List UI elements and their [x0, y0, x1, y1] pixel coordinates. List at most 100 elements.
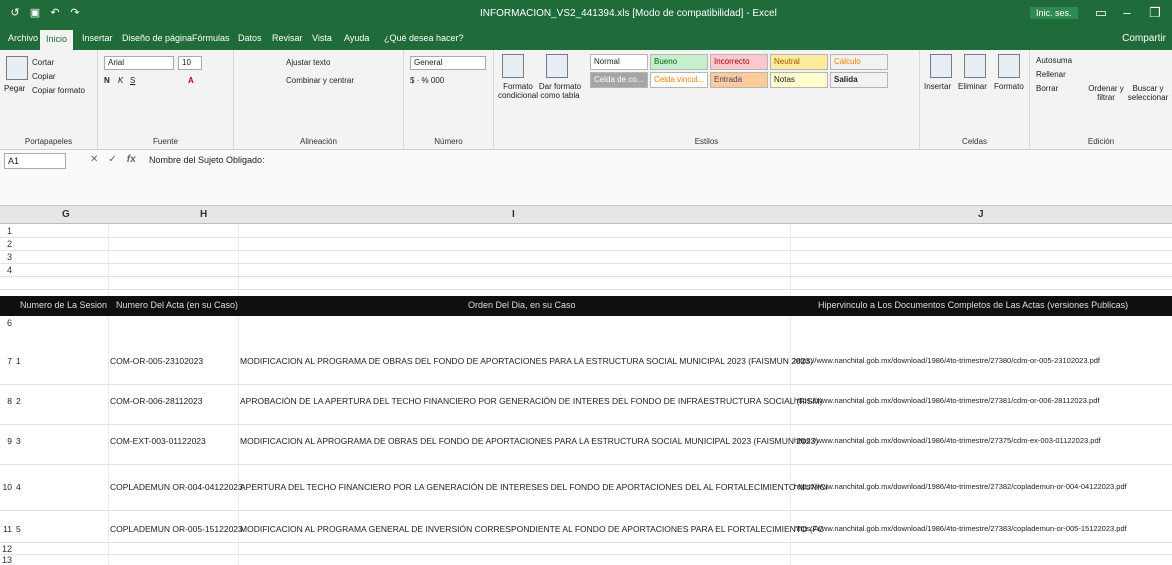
paste-button[interactable]: Pegar — [4, 84, 25, 93]
insert-button[interactable]: Insertar — [924, 82, 951, 91]
link-cell[interactable]: https://www.nanchital.gob.mx/download/19… — [794, 356, 1100, 365]
row-number[interactable]: 13 — [0, 555, 12, 565]
autosum-button[interactable]: Autosuma — [1036, 56, 1072, 65]
table-row[interactable]: 9 3 COM-EXT-003-01122023 MODIFICACION AL… — [0, 436, 1172, 450]
style-celda-comprobacion[interactable]: Celda de co... — [590, 72, 648, 88]
row-number[interactable]: 2 — [0, 239, 12, 249]
cancel-icon[interactable]: ✕ — [90, 154, 98, 165]
row-number: 10 — [2, 482, 12, 492]
acta-cell: COM-EXT-003-01122023 — [110, 436, 206, 446]
font-color-icon[interactable]: A — [188, 76, 194, 85]
find-select-button[interactable]: Buscar y seleccionar — [1126, 84, 1170, 102]
italic-button[interactable]: K — [118, 76, 123, 85]
format-button[interactable]: Formato — [994, 82, 1024, 91]
tab-archivo[interactable]: Archivo — [2, 31, 44, 45]
autosave-icon[interactable]: ↺ — [8, 6, 22, 20]
font-name-select[interactable]: Arial — [104, 56, 174, 70]
minimize-icon[interactable]: – — [1116, 4, 1138, 22]
style-normal[interactable]: Normal — [590, 54, 648, 70]
link-cell[interactable]: https://www.nanchital.gob.mx/download/19… — [794, 482, 1127, 491]
orden-cell: APROBACIÓN DE LA APERTURA DEL TECHO FINA… — [240, 396, 823, 406]
group-font: Arial 10 N K S A Fuente — [98, 50, 234, 150]
share-button[interactable]: Compartir — [1122, 33, 1166, 44]
font-size-select[interactable]: 10 — [178, 56, 202, 70]
save-icon[interactable]: ▣ — [28, 6, 42, 20]
table-header-cell: Numero de La Sesion — [20, 300, 108, 310]
undo-icon[interactable]: ↶ — [48, 6, 62, 20]
copy-button[interactable]: Copiar — [32, 72, 56, 81]
underline-button[interactable]: S — [130, 76, 135, 85]
group-label: Portapapeles — [24, 137, 73, 146]
formula-input[interactable]: Nombre del Sujeto Obligado: — [145, 153, 1165, 169]
group-number: General $ · % 000 Número — [404, 50, 494, 150]
link-cell[interactable]: https://www.nanchital.gob.mx/download/19… — [794, 524, 1127, 533]
style-celda-vinculada[interactable]: Celda vincul... — [650, 72, 708, 88]
row-number[interactable]: 6 — [0, 318, 12, 328]
group-alignment: Ajustar texto Combinar y centrar Alineac… — [234, 50, 404, 150]
accounting-icon[interactable]: $ · % 000 — [410, 76, 444, 85]
conditional-format-button[interactable]: Formato condicional — [496, 82, 540, 100]
enter-icon[interactable]: ✓ — [108, 154, 116, 165]
number-format-select[interactable]: General — [410, 56, 486, 70]
acta-cell: COM-OR-006-28112023 — [110, 396, 203, 406]
style-bueno[interactable]: Bueno — [650, 54, 708, 70]
table-row[interactable]: 10 4 COPLADEMUN OR-004-04122023 APERTURA… — [0, 482, 1172, 496]
format-as-table-button[interactable]: Dar formato como tabla — [538, 82, 582, 100]
delete-button[interactable]: Eliminar — [958, 82, 987, 91]
row-number[interactable]: 1 — [0, 226, 12, 236]
row-number[interactable]: 12 — [0, 544, 12, 554]
tab-formulas[interactable]: Fórmulas — [186, 31, 236, 45]
format-as-table-icon[interactable] — [546, 54, 568, 78]
style-neutral[interactable]: Neutral — [770, 54, 828, 70]
style-salida[interactable]: Salida — [830, 72, 888, 88]
group-label: Celdas — [962, 137, 987, 146]
insert-cells-icon[interactable] — [930, 54, 952, 78]
table-row[interactable]: 7 1 COM-OR-005-23102023 MODIFICACION AL … — [0, 356, 1172, 370]
ribbon: Pegar Cortar Copiar Copiar formato Porta… — [0, 50, 1172, 150]
ribbon-display-icon[interactable]: ▭ — [1090, 4, 1112, 22]
merge-center-button[interactable]: Combinar y centrar — [286, 76, 354, 85]
paste-icon[interactable] — [6, 56, 28, 80]
group-styles: Formato condicional Dar formato como tab… — [494, 50, 920, 150]
tab-vista[interactable]: Vista — [306, 31, 338, 45]
link-cell[interactable]: https://www.nanchital.gob.mx/download/19… — [794, 396, 1099, 405]
function-icon[interactable]: fx — [127, 154, 136, 165]
restore-icon[interactable]: ❐ — [1144, 4, 1166, 22]
link-cell[interactable]: https://www.nanchital.gob.mx/download/19… — [794, 436, 1101, 445]
bold-button[interactable]: N — [104, 76, 110, 85]
style-entrada[interactable]: Entrada — [710, 72, 768, 88]
redo-icon[interactable]: ↷ — [68, 6, 82, 20]
worksheet-grid[interactable]: 1 2 3 4 Numero de La Sesion Numero Del A… — [0, 224, 1172, 565]
format-painter-button[interactable]: Copiar formato — [32, 86, 85, 95]
tab-insertar[interactable]: Insertar — [76, 31, 119, 45]
tell-me-search[interactable]: ¿Qué desea hacer? — [378, 31, 470, 45]
wrap-text-button[interactable]: Ajustar texto — [286, 58, 330, 67]
sort-filter-button[interactable]: Ordenar y filtrar — [1086, 84, 1126, 102]
column-header[interactable]: G — [62, 209, 70, 220]
row-number[interactable]: 3 — [0, 252, 12, 262]
delete-cells-icon[interactable] — [964, 54, 986, 78]
fill-button[interactable]: Rellenar — [1036, 70, 1066, 79]
tab-inicio[interactable]: Inicio — [40, 30, 74, 50]
table-row[interactable]: 11 5 COPLADEMUN OR-005-15122023 MODIFICA… — [0, 524, 1172, 538]
session-cell: 4 — [16, 482, 21, 492]
sign-in-button[interactable]: Inic. ses. — [1030, 7, 1078, 19]
conditional-format-icon[interactable] — [502, 54, 524, 78]
tab-datos[interactable]: Datos — [232, 31, 268, 45]
column-header[interactable]: J — [978, 209, 984, 220]
name-box[interactable]: A1 — [4, 153, 66, 169]
table-row[interactable]: 8 2 COM-OR-006-28112023 APROBACIÓN DE LA… — [0, 396, 1172, 410]
clear-button[interactable]: Borrar — [1036, 84, 1058, 93]
format-cells-icon[interactable] — [998, 54, 1020, 78]
tab-ayuda[interactable]: Ayuda — [338, 31, 375, 45]
style-calculo[interactable]: Cálculo — [830, 54, 888, 70]
row-number: 7 — [7, 356, 12, 366]
column-header[interactable]: I — [512, 209, 515, 220]
style-incorrecto[interactable]: Incorrecto — [710, 54, 768, 70]
row-number[interactable]: 4 — [0, 265, 12, 275]
cut-button[interactable]: Cortar — [32, 58, 54, 67]
style-notas[interactable]: Notas — [770, 72, 828, 88]
acta-cell: COPLADEMUN OR-004-04122023 — [110, 482, 243, 492]
tab-revisar[interactable]: Revisar — [266, 31, 309, 45]
column-header[interactable]: H — [200, 209, 207, 220]
